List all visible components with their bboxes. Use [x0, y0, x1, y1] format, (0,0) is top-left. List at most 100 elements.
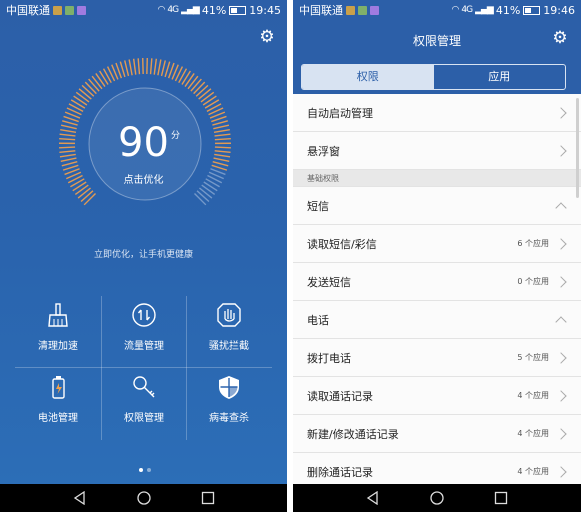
battery-percent: 41%: [495, 3, 521, 17]
signal-icon: ▂▄▆: [181, 5, 200, 15]
dial-tick: [202, 95, 217, 106]
dial-tick: [137, 58, 141, 75]
permission-list: 自动启动管理 悬浮窗 基础权限 短信 读取短信/彩信 6 个应用 发送短信 0 个应用 电话 拨打…: [293, 94, 581, 491]
dial-tick: [132, 58, 137, 75]
app-count: 6 个应用: [517, 239, 549, 248]
tab-bar: 权限 应用: [301, 64, 566, 90]
row-label: 短信: [307, 199, 329, 213]
row-label: 读取短信/彩信: [307, 237, 377, 251]
page-dot: [147, 468, 151, 472]
group-header[interactable]: 电话: [293, 301, 581, 339]
notification-icon: [370, 5, 379, 15]
dial-tick: [198, 88, 212, 100]
permission-row[interactable]: 新建/修改通话记录 4 个应用: [293, 415, 581, 453]
chevron-right-icon: [555, 427, 567, 440]
chevron-right-icon: [555, 465, 567, 478]
battery-percent: 41%: [201, 3, 227, 17]
dial-tick: [164, 61, 171, 78]
page-title: 权限管理: [412, 34, 461, 48]
dial-tick: [84, 81, 97, 95]
chevron-up-icon: [555, 201, 567, 214]
tile-cleanup[interactable]: 清理加速: [15, 296, 101, 368]
dial-tick: [149, 58, 153, 75]
notification-icon: [358, 5, 367, 15]
permission-row[interactable]: 拨打电话 5 个应用: [293, 339, 581, 377]
carrier-label: 中国联通: [299, 4, 343, 17]
dial-tick: [77, 187, 91, 199]
signal-icon: ▂▄▆: [475, 5, 494, 15]
permission-row[interactable]: 发送短信 0 个应用: [293, 263, 581, 301]
app-count: 4 个应用: [517, 429, 549, 438]
permission-row[interactable]: 悬浮窗: [293, 132, 581, 170]
home-icon[interactable]: [428, 489, 446, 507]
row-label: 基础权限: [307, 173, 339, 183]
row-label: 读取通话记录: [307, 389, 373, 403]
group-header[interactable]: 短信: [293, 187, 581, 225]
dial-tick: [187, 75, 199, 90]
dial-tick: [88, 78, 100, 92]
dial-tick: [78, 88, 92, 100]
optimize-button[interactable]: 点击优化: [0, 171, 287, 186]
network-type: 4G: [461, 5, 473, 15]
battery-icon: [523, 5, 541, 15]
notification-icon: [65, 5, 74, 15]
settings-gear-icon[interactable]: ⚙: [551, 29, 569, 47]
notification-icon: [346, 5, 355, 15]
feature-grid: 清理加速 流量管理 骚扰拦截 电池管理 权限管理 病毒查杀: [15, 296, 272, 440]
battery-icon: [229, 5, 247, 15]
scrollbar[interactable]: [576, 98, 579, 198]
back-icon[interactable]: [71, 489, 89, 507]
chevron-right-icon: [555, 351, 567, 364]
notification-icon: [53, 5, 62, 15]
row-label: 自动启动管理: [307, 106, 373, 120]
section-header: 基础权限: [293, 170, 581, 187]
clock: 19:45: [249, 3, 281, 17]
home-icon[interactable]: [135, 489, 153, 507]
nav-bar: [0, 484, 287, 512]
settings-gear-icon[interactable]: ⚙: [258, 28, 276, 46]
health-score[interactable]: 90: [0, 120, 287, 166]
tab-apps[interactable]: 应用: [434, 65, 566, 89]
dial-tick: [195, 84, 209, 97]
app-count: 0 个应用: [517, 277, 549, 286]
back-icon[interactable]: [364, 489, 382, 507]
dial-tick: [95, 73, 106, 87]
dial-tick: [199, 187, 213, 199]
chevron-right-icon: [555, 237, 567, 250]
nav-bar: [293, 484, 581, 512]
app-count: 5 个应用: [517, 353, 549, 362]
dial-tick: [83, 193, 96, 206]
tile-permissions[interactable]: 权限管理: [101, 368, 187, 440]
wifi-icon: ◠: [451, 5, 460, 15]
key-icon: [133, 376, 155, 398]
recents-icon[interactable]: [199, 489, 217, 507]
dial-tick: [128, 59, 133, 76]
tile-antivirus[interactable]: 病毒查杀: [186, 368, 272, 440]
tile-harass-block[interactable]: 骚扰拦截: [186, 296, 272, 368]
status-bar: 中国联通 ◠ 4G ▂▄▆ 41% 19:45: [0, 0, 287, 20]
network-type: 4G: [167, 5, 179, 15]
dial-tick: [196, 190, 210, 203]
recents-icon[interactable]: [492, 489, 510, 507]
row-label: 新建/修改通话记录: [307, 427, 399, 441]
permission-row[interactable]: 读取通话记录 4 个应用: [293, 377, 581, 415]
permission-row[interactable]: 自动启动管理: [293, 94, 581, 132]
dial-tick: [124, 60, 130, 77]
chevron-up-icon: [555, 315, 567, 328]
app-count: 4 个应用: [517, 467, 549, 476]
row-label: 拨打电话: [307, 351, 351, 365]
permission-row[interactable]: 读取短信/彩信 6 个应用: [293, 225, 581, 263]
tile-battery[interactable]: 电池管理: [15, 368, 101, 440]
dial-tick: [75, 91, 90, 103]
tile-traffic[interactable]: 流量管理: [101, 296, 187, 368]
tab-permissions[interactable]: 权限: [302, 65, 434, 89]
dial-tick: [119, 61, 126, 78]
chevron-right-icon: [555, 275, 567, 288]
shield-icon: [219, 376, 239, 399]
dial-tick: [160, 60, 166, 77]
optimize-hint: 立即优化，让手机更健康: [93, 250, 193, 260]
traffic-icon: [132, 303, 156, 327]
row-label: 删除通话记录: [307, 465, 373, 479]
dial-tick: [200, 91, 215, 103]
dial-tick: [201, 184, 216, 195]
